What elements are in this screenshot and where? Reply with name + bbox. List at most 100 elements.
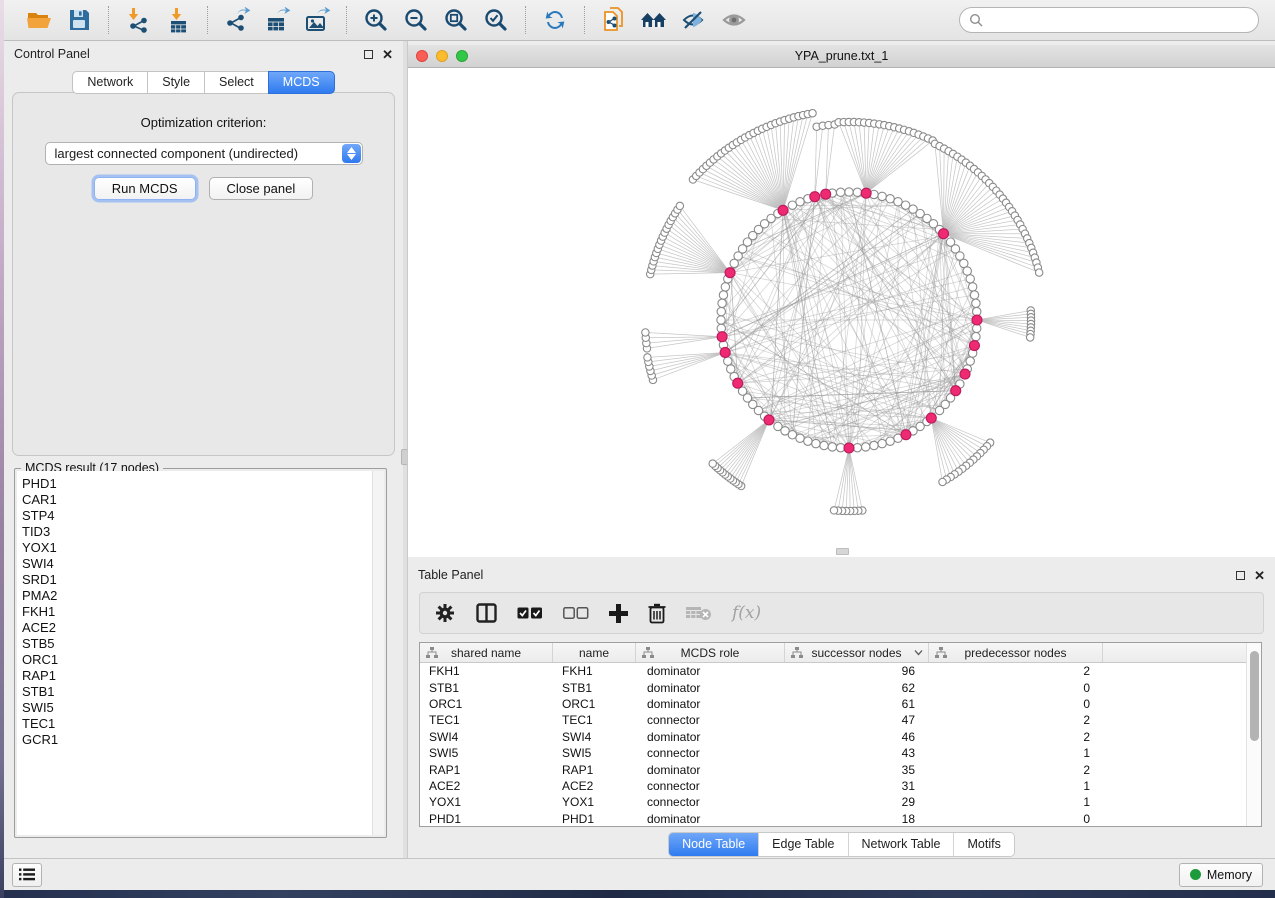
- mcds-result-item[interactable]: SWI4: [22, 556, 372, 572]
- mcds-result-item[interactable]: ACE2: [22, 620, 372, 636]
- open-file-icon[interactable]: [22, 4, 56, 36]
- table-row[interactable]: SWI4SWI4dominator462: [420, 729, 1246, 745]
- column-header-predecessor-nodes[interactable]: predecessor nodes: [929, 643, 1103, 662]
- delete-table-icon[interactable]: [686, 605, 712, 621]
- leaf-node[interactable]: [939, 478, 946, 485]
- mcds-result-item[interactable]: STB1: [22, 684, 372, 700]
- network-node[interactable]: [796, 198, 804, 206]
- export-image-icon[interactable]: [300, 4, 334, 36]
- network-node[interactable]: [820, 441, 828, 449]
- tab-network-table[interactable]: Network Table: [848, 833, 954, 856]
- share-document-icon[interactable]: [597, 4, 631, 36]
- show-graphics-details-icon[interactable]: [717, 4, 751, 36]
- mcds-node[interactable]: [810, 192, 820, 202]
- tab-select[interactable]: Select: [204, 71, 269, 94]
- mcds-result-item[interactable]: FKH1: [22, 604, 372, 620]
- select-all-columns-icon[interactable]: [517, 607, 543, 620]
- canvas-grip[interactable]: [836, 548, 849, 555]
- network-node[interactable]: [812, 439, 820, 447]
- leaf-node[interactable]: [644, 354, 651, 361]
- leaf-node[interactable]: [1035, 269, 1042, 276]
- leaf-node[interactable]: [709, 460, 716, 467]
- table-row[interactable]: RAP1RAP1dominator352: [420, 761, 1246, 777]
- mcds-result-item[interactable]: GCR1: [22, 732, 372, 748]
- import-table-icon[interactable]: [161, 4, 195, 36]
- tab-network[interactable]: Network: [72, 71, 148, 94]
- network-node[interactable]: [804, 437, 812, 445]
- float-panel-icon[interactable]: [1236, 571, 1245, 580]
- refresh-icon[interactable]: [538, 4, 572, 36]
- network-node[interactable]: [828, 443, 836, 451]
- network-node[interactable]: [878, 439, 886, 447]
- table-settings-icon[interactable]: [434, 602, 456, 624]
- close-panel-button[interactable]: Close panel: [209, 177, 314, 200]
- network-node[interactable]: [727, 365, 735, 373]
- tab-node-table[interactable]: Node Table: [669, 833, 758, 856]
- table-row[interactable]: ORC1ORC1dominator610: [420, 696, 1246, 712]
- leaf-node[interactable]: [642, 329, 649, 336]
- mcds-list-scrollbar[interactable]: [372, 471, 384, 835]
- mcds-result-item[interactable]: PMA2: [22, 588, 372, 604]
- show-panels-button[interactable]: [12, 863, 42, 887]
- function-builder-icon[interactable]: f(x): [732, 603, 761, 623]
- network-node[interactable]: [862, 443, 870, 451]
- mcds-result-item[interactable]: YOX1: [22, 540, 372, 556]
- close-panel-icon[interactable]: ✕: [382, 50, 393, 59]
- table-row[interactable]: ACE2ACE2connector311: [420, 778, 1246, 794]
- zoom-fit-icon[interactable]: [439, 4, 473, 36]
- column-header-shared-name[interactable]: shared name: [420, 643, 553, 662]
- column-header-mcds-role[interactable]: MCDS role: [636, 643, 785, 662]
- mcds-result-item[interactable]: ORC1: [22, 652, 372, 668]
- network-node[interactable]: [963, 267, 971, 275]
- run-mcds-button[interactable]: Run MCDS: [94, 177, 196, 200]
- table-row[interactable]: PHD1PHD1dominator180: [420, 811, 1246, 826]
- search-box[interactable]: [959, 7, 1259, 33]
- leaf-node[interactable]: [830, 507, 837, 514]
- export-table-icon[interactable]: [260, 4, 294, 36]
- mcds-node[interactable]: [725, 268, 735, 278]
- network-node[interactable]: [845, 188, 853, 196]
- network-node[interactable]: [968, 283, 976, 291]
- zoom-out-icon[interactable]: [399, 4, 433, 36]
- mcds-node[interactable]: [717, 332, 727, 342]
- network-node[interactable]: [886, 195, 894, 203]
- network-node[interactable]: [870, 441, 878, 449]
- mcds-result-item[interactable]: RAP1: [22, 668, 372, 684]
- network-node[interactable]: [853, 188, 861, 196]
- column-header-successor-nodes[interactable]: successor nodes: [785, 643, 929, 662]
- close-panel-icon[interactable]: ✕: [1254, 571, 1265, 580]
- table-row[interactable]: YOX1YOX1connector291: [420, 794, 1246, 810]
- mcds-node[interactable]: [972, 315, 982, 325]
- tab-mcds[interactable]: MCDS: [268, 71, 335, 94]
- show-columns-icon[interactable]: [476, 603, 497, 623]
- network-node[interactable]: [774, 422, 782, 430]
- network-node[interactable]: [836, 188, 844, 196]
- network-overview-icon[interactable]: [637, 4, 671, 36]
- network-node[interactable]: [966, 275, 974, 283]
- mcds-node[interactable]: [733, 378, 743, 388]
- optimization-criterion-select[interactable]: largest connected component (undirected): [45, 142, 363, 165]
- network-node[interactable]: [886, 437, 894, 445]
- table-scrollbar-thumb[interactable]: [1250, 651, 1259, 741]
- network-node[interactable]: [719, 291, 727, 299]
- network-node[interactable]: [972, 299, 980, 307]
- network-node[interactable]: [724, 357, 732, 365]
- table-row[interactable]: TEC1TEC1connector472: [420, 712, 1246, 728]
- import-network-icon[interactable]: [121, 4, 155, 36]
- leaf-node[interactable]: [809, 109, 816, 116]
- tab-edge-table[interactable]: Edge Table: [758, 833, 847, 856]
- leaf-node[interactable]: [1026, 334, 1033, 341]
- network-node[interactable]: [878, 192, 886, 200]
- column-header-name[interactable]: name: [553, 643, 636, 662]
- network-node[interactable]: [718, 299, 726, 307]
- network-node[interactable]: [970, 291, 978, 299]
- network-graph[interactable]: [408, 68, 1275, 556]
- network-node[interactable]: [935, 406, 943, 414]
- mcds-result-item[interactable]: SWI5: [22, 700, 372, 716]
- memory-button[interactable]: Memory: [1179, 863, 1263, 887]
- zoom-selected-icon[interactable]: [479, 4, 513, 36]
- hide-graphics-details-icon[interactable]: [677, 4, 711, 36]
- add-column-icon[interactable]: [609, 604, 628, 623]
- float-panel-icon[interactable]: [364, 50, 373, 59]
- zoom-in-icon[interactable]: [359, 4, 393, 36]
